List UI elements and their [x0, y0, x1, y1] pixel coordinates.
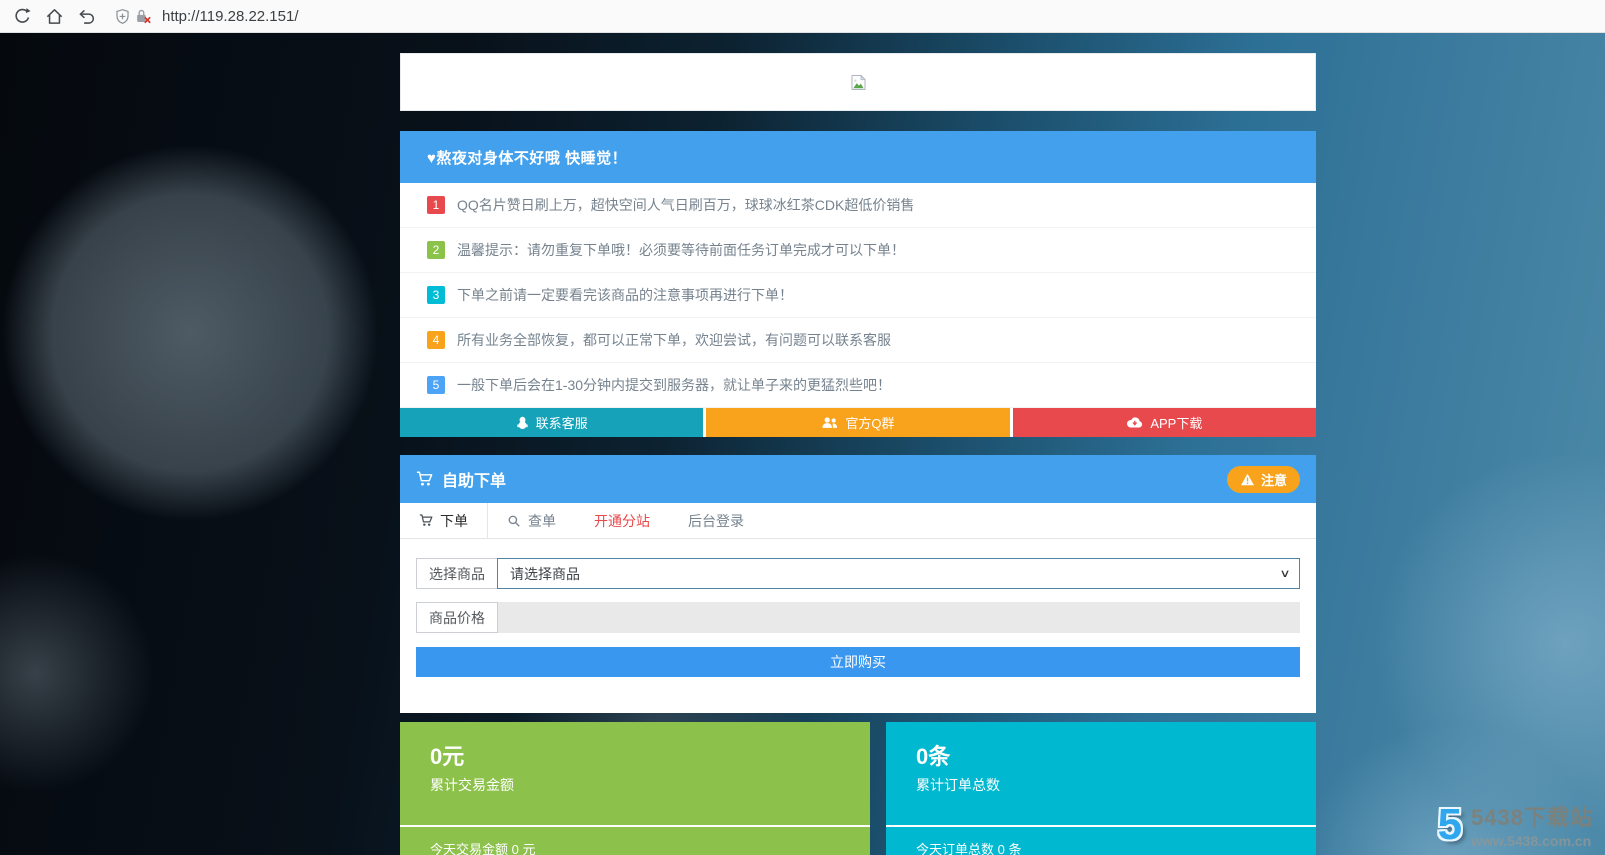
warning-icon	[1240, 473, 1255, 486]
stat-label-orders: 累计订单总数	[916, 777, 1000, 793]
notice-item-1: 1 QQ名片赞日刷上万，超快空间人气日刷百万，球球冰红茶CDK超低价销售	[400, 183, 1316, 228]
cloud-download-icon	[1126, 416, 1143, 429]
app-download-label: APP下载	[1150, 416, 1203, 431]
site-logo-card	[400, 53, 1316, 111]
cart-icon	[416, 471, 433, 487]
stat-value-orders: 0条	[916, 744, 951, 769]
stat-body: 0元 累计交易金额	[400, 722, 870, 795]
stat-body: 0条 累计订单总数	[886, 722, 1316, 795]
stat-card-orders: 0条 累计订单总数 今天订单总数 0 条	[886, 722, 1316, 855]
stat-footer-amount: 今天交易金额 0 元	[430, 842, 536, 855]
product-select-row: 选择商品 请选择商品 ∨	[416, 558, 1300, 589]
attention-button[interactable]: 注意	[1226, 465, 1300, 493]
notice-text-3: 下单之前请一定要看完该商品的注意事项再进行下单！	[457, 287, 793, 303]
browser-toolbar: http://119.28.22.151/	[0, 0, 1605, 33]
notice-badge-1: 1	[427, 196, 445, 214]
chevron-down-icon: ∨	[1279, 568, 1291, 580]
contact-button-row: 联系客服 官方Q群 APP下载	[400, 408, 1316, 437]
page-background: ♥熬夜对身体不好哦 快睡觉！ 1 QQ名片赞日刷上万，超快空间人气日刷百万，球球…	[0, 33, 1605, 855]
tab-admin-login[interactable]: 后台登录	[669, 503, 763, 538]
notice-panel-header: ♥熬夜对身体不好哦 快睡觉！	[400, 131, 1316, 183]
order-tabs: 下单 查单 开通分站 后台登录	[400, 503, 1316, 539]
tab-place-order[interactable]: 下单	[400, 503, 488, 538]
qq-icon	[516, 416, 529, 430]
app-download-button[interactable]: APP下载	[1012, 408, 1316, 437]
watermark-text: 5438下载站 www.5438.com.cn	[1471, 800, 1593, 849]
notice-badge-4: 4	[427, 331, 445, 349]
home-button[interactable]	[38, 2, 70, 31]
official-qq-group-label: 官方Q群	[845, 416, 895, 431]
back-arrow-icon	[77, 7, 96, 26]
reload-button[interactable]	[6, 2, 38, 31]
order-title-group: 自助下单	[416, 467, 506, 491]
attention-button-label: 注意	[1260, 472, 1287, 488]
stat-label-amount: 累计交易金额	[430, 777, 514, 793]
watermark-logo: 5	[1437, 799, 1463, 849]
contact-service-button[interactable]: 联系客服	[400, 408, 704, 437]
product-select-label: 选择商品	[416, 558, 498, 589]
stat-card-transactions: 0元 累计交易金额 今天交易金额 0 元	[400, 722, 870, 855]
tab-open-branch-label: 开通分站	[594, 512, 650, 529]
users-icon	[821, 416, 838, 429]
reload-icon	[13, 7, 32, 26]
product-select[interactable]: 请选择商品 ∨	[497, 558, 1300, 589]
tab-check-order-label: 查单	[528, 512, 556, 529]
notice-panel: ♥熬夜对身体不好哦 快睡觉！ 1 QQ名片赞日刷上万，超快空间人气日刷百万，球球…	[400, 131, 1316, 437]
broken-image-icon	[850, 74, 867, 91]
buy-now-button[interactable]: 立即购买	[416, 647, 1300, 677]
watermark: 5 5438下载站 www.5438.com.cn	[1438, 800, 1593, 849]
cart-icon-small	[419, 514, 433, 527]
url-text[interactable]: http://119.28.22.151/	[162, 8, 299, 25]
order-form: 选择商品 请选择商品 ∨ 商品价格 立即购买	[400, 539, 1316, 713]
address-bar[interactable]: http://119.28.22.151/	[114, 7, 1599, 25]
notice-text-1: QQ名片赞日刷上万，超快空间人气日刷百万，球球冰红茶CDK超低价销售	[457, 197, 915, 213]
official-qq-group-button[interactable]: 官方Q群	[706, 408, 1010, 437]
notice-item-2: 2 温馨提示：请勿重复下单哦！必须要等待前面任务订单完成才可以下单！	[400, 228, 1316, 273]
contact-service-label: 联系客服	[535, 416, 588, 431]
tab-check-order[interactable]: 查单	[488, 503, 575, 538]
notice-item-4: 4 所有业务全部恢复，都可以正常下单，欢迎尝试，有问题可以联系客服	[400, 318, 1316, 363]
order-panel: 自助下单 注意 下单 查单 开通分站 后台登录 选择商品 请选择商品 ∨ 商品价…	[400, 455, 1316, 713]
watermark-url: www.5438.com.cn	[1471, 833, 1592, 849]
order-panel-header: 自助下单 注意	[400, 455, 1316, 503]
notice-text-2: 温馨提示：请勿重复下单哦！必须要等待前面任务订单完成才可以下单！	[457, 242, 905, 258]
notice-badge-5: 5	[427, 376, 445, 394]
product-price-input	[498, 602, 1300, 633]
notice-text-4: 所有业务全部恢复，都可以正常下单，欢迎尝试，有问题可以联系客服	[457, 332, 891, 348]
watermark-title: 5438下载站	[1471, 805, 1593, 830]
product-price-row: 商品价格	[416, 602, 1300, 633]
notice-title: ♥熬夜对身体不好哦 快睡觉！	[427, 149, 628, 167]
content-column: ♥熬夜对身体不好哦 快睡觉！ 1 QQ名片赞日刷上万，超快空间人气日刷百万，球球…	[400, 33, 1316, 855]
tab-admin-login-label: 后台登录	[688, 512, 744, 529]
tab-open-branch[interactable]: 开通分站	[575, 503, 669, 538]
shield-icon[interactable]	[114, 8, 131, 25]
stat-footer-orders: 今天订单总数 0 条	[916, 842, 1022, 855]
order-panel-title: 自助下单	[442, 473, 507, 490]
notice-item-5: 5 一般下单后会在1-30分钟内提交到服务器，就让单子来的更猛烈些吧！	[400, 363, 1316, 408]
notice-badge-3: 3	[427, 286, 445, 304]
back-button[interactable]	[70, 2, 102, 31]
product-select-value: 请选择商品	[510, 565, 580, 582]
search-icon	[507, 514, 521, 528]
insecure-lock-icon[interactable]	[134, 7, 152, 25]
product-price-label: 商品价格	[416, 602, 498, 633]
notice-text-5: 一般下单后会在1-30分钟内提交到服务器，就让单子来的更猛烈些吧！	[457, 377, 892, 393]
notice-badge-2: 2	[427, 241, 445, 259]
tab-place-order-label: 下单	[440, 512, 468, 529]
notice-item-3: 3 下单之前请一定要看完该商品的注意事项再进行下单！	[400, 273, 1316, 318]
home-icon	[45, 7, 64, 26]
stats-row: 0元 累计交易金额 今天交易金额 0 元 0条 累计订单总数 今天订单总数 0 …	[400, 722, 1316, 855]
stat-value-amount: 0元	[430, 744, 465, 769]
